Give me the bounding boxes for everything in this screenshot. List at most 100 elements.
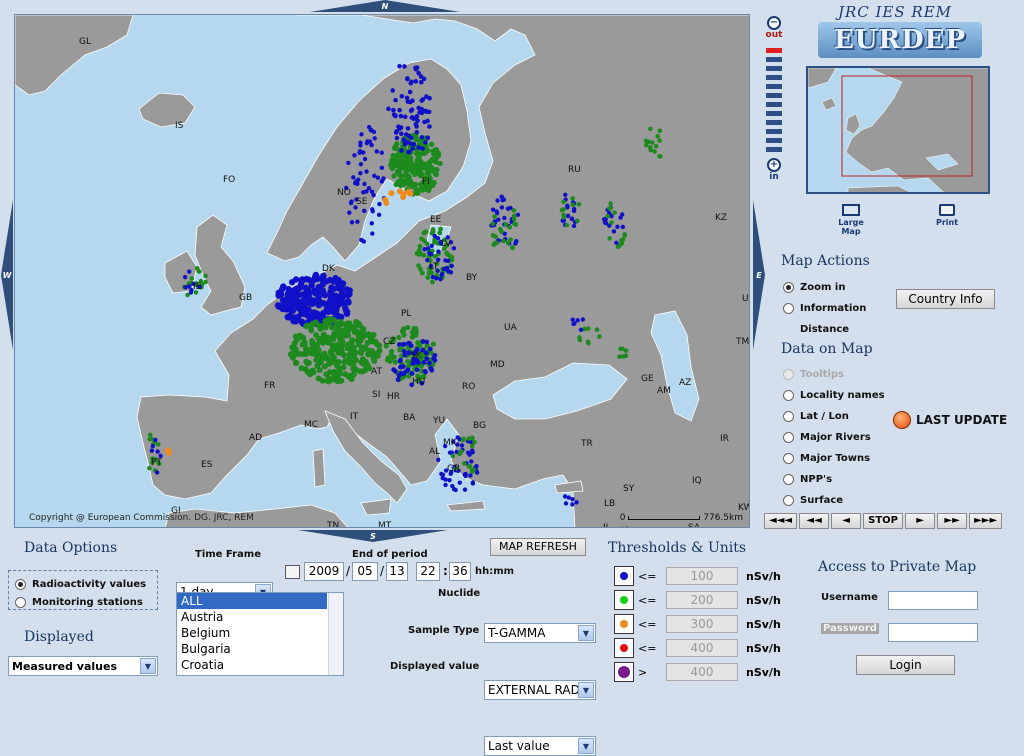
station-marker[interactable] (350, 361, 357, 368)
radio-radioactivity[interactable]: Radioactivity values (15, 575, 157, 593)
pan-west-button[interactable]: W (1, 200, 13, 350)
station-marker[interactable] (425, 118, 430, 124)
station-marker[interactable] (315, 375, 322, 382)
zoom-level-step[interactable] (766, 111, 782, 116)
station-marker[interactable] (391, 107, 396, 113)
station-marker[interactable] (317, 275, 325, 282)
displayed-value-select[interactable]: Last value ▼ (484, 736, 596, 756)
station-marker[interactable] (312, 289, 320, 296)
station-marker[interactable] (615, 224, 620, 230)
station-marker[interactable] (652, 149, 657, 154)
layer-option[interactable]: Major Rivers (783, 427, 885, 448)
option-tooltips[interactable]: Tooltips (783, 364, 885, 385)
station-marker[interactable] (336, 342, 343, 349)
nuclide-select[interactable]: T-GAMMA ▼ (484, 623, 596, 643)
station-marker[interactable] (351, 353, 358, 360)
station-marker[interactable] (392, 368, 398, 374)
country-info-button[interactable]: Country Info (896, 289, 995, 309)
station-marker[interactable] (292, 360, 299, 367)
station-marker[interactable] (304, 368, 311, 375)
station-marker[interactable] (362, 181, 367, 187)
station-marker[interactable] (413, 167, 419, 174)
zoom-level-step[interactable] (766, 84, 782, 89)
station-marker[interactable] (285, 287, 293, 295)
station-marker[interactable] (346, 160, 351, 166)
station-marker[interactable] (398, 113, 404, 119)
station-marker[interactable] (383, 199, 390, 206)
station-marker[interactable] (182, 274, 188, 280)
station-marker[interactable] (400, 364, 406, 369)
station-marker[interactable] (340, 351, 347, 358)
country-list-item[interactable]: Austria (177, 609, 327, 625)
station-marker[interactable] (316, 335, 323, 342)
station-marker[interactable] (352, 153, 357, 158)
station-marker[interactable] (396, 124, 401, 129)
station-marker[interactable] (429, 182, 436, 189)
station-marker[interactable] (347, 210, 352, 215)
station-marker[interactable] (414, 367, 420, 373)
station-marker[interactable] (349, 220, 355, 225)
station-marker[interactable] (413, 79, 419, 84)
station-marker[interactable] (429, 243, 434, 249)
station-marker[interactable] (396, 188, 403, 195)
station-marker[interactable] (338, 300, 345, 307)
station-marker[interactable] (559, 207, 565, 213)
station-marker[interactable] (401, 341, 407, 347)
station-marker[interactable] (402, 64, 407, 69)
station-marker[interactable] (401, 165, 408, 171)
station-marker[interactable] (403, 158, 410, 165)
station-marker[interactable] (400, 193, 407, 200)
station-marker[interactable] (352, 180, 358, 186)
station-marker[interactable] (358, 140, 363, 145)
station-marker[interactable] (401, 348, 407, 354)
station-marker[interactable] (326, 360, 333, 367)
station-marker[interactable] (615, 244, 621, 250)
station-marker[interactable] (449, 263, 454, 269)
station-marker[interactable] (346, 344, 353, 351)
station-marker[interactable] (432, 353, 438, 358)
station-marker[interactable] (594, 327, 600, 333)
station-marker[interactable] (370, 209, 375, 214)
station-marker[interactable] (566, 495, 571, 500)
station-marker[interactable] (612, 210, 617, 215)
station-marker[interactable] (399, 93, 405, 99)
threshold-value-field[interactable]: 400 (666, 663, 738, 681)
station-marker[interactable] (155, 442, 161, 447)
threshold-value-field[interactable]: 200 (666, 591, 738, 609)
station-marker[interactable] (375, 175, 381, 180)
station-marker[interactable] (414, 156, 421, 163)
station-marker[interactable] (424, 339, 430, 345)
action-information[interactable]: Information (783, 298, 866, 319)
station-marker[interactable] (432, 233, 437, 239)
station-marker[interactable] (462, 487, 468, 492)
station-marker[interactable] (570, 196, 575, 201)
station-marker[interactable] (393, 130, 399, 135)
station-marker[interactable] (648, 126, 653, 132)
station-marker[interactable] (622, 232, 627, 237)
station-marker[interactable] (369, 142, 374, 148)
station-marker[interactable] (304, 312, 311, 319)
station-marker[interactable] (328, 291, 335, 298)
layer-option[interactable]: Major Towns (783, 448, 885, 469)
station-marker[interactable] (409, 107, 415, 112)
station-marker[interactable] (505, 206, 511, 211)
station-marker[interactable] (405, 99, 411, 104)
station-marker[interactable] (405, 76, 410, 82)
station-marker[interactable] (511, 216, 517, 222)
station-marker[interactable] (505, 240, 511, 246)
station-marker[interactable] (355, 219, 360, 224)
station-marker[interactable] (417, 243, 423, 249)
country-listbox[interactable]: ALL Austria Belgium Bulgaria Croatia (176, 592, 344, 676)
station-marker[interactable] (362, 156, 368, 162)
minute-field[interactable]: 36 (449, 562, 471, 581)
station-marker[interactable] (153, 437, 158, 443)
station-marker[interactable] (501, 238, 506, 244)
station-marker[interactable] (308, 282, 315, 289)
station-marker[interactable] (575, 318, 580, 323)
station-marker[interactable] (409, 115, 415, 120)
station-marker[interactable] (515, 212, 521, 218)
station-marker[interactable] (187, 269, 192, 274)
station-marker[interactable] (607, 236, 612, 241)
month-field[interactable]: 05 (352, 562, 378, 581)
station-marker[interactable] (309, 345, 316, 352)
